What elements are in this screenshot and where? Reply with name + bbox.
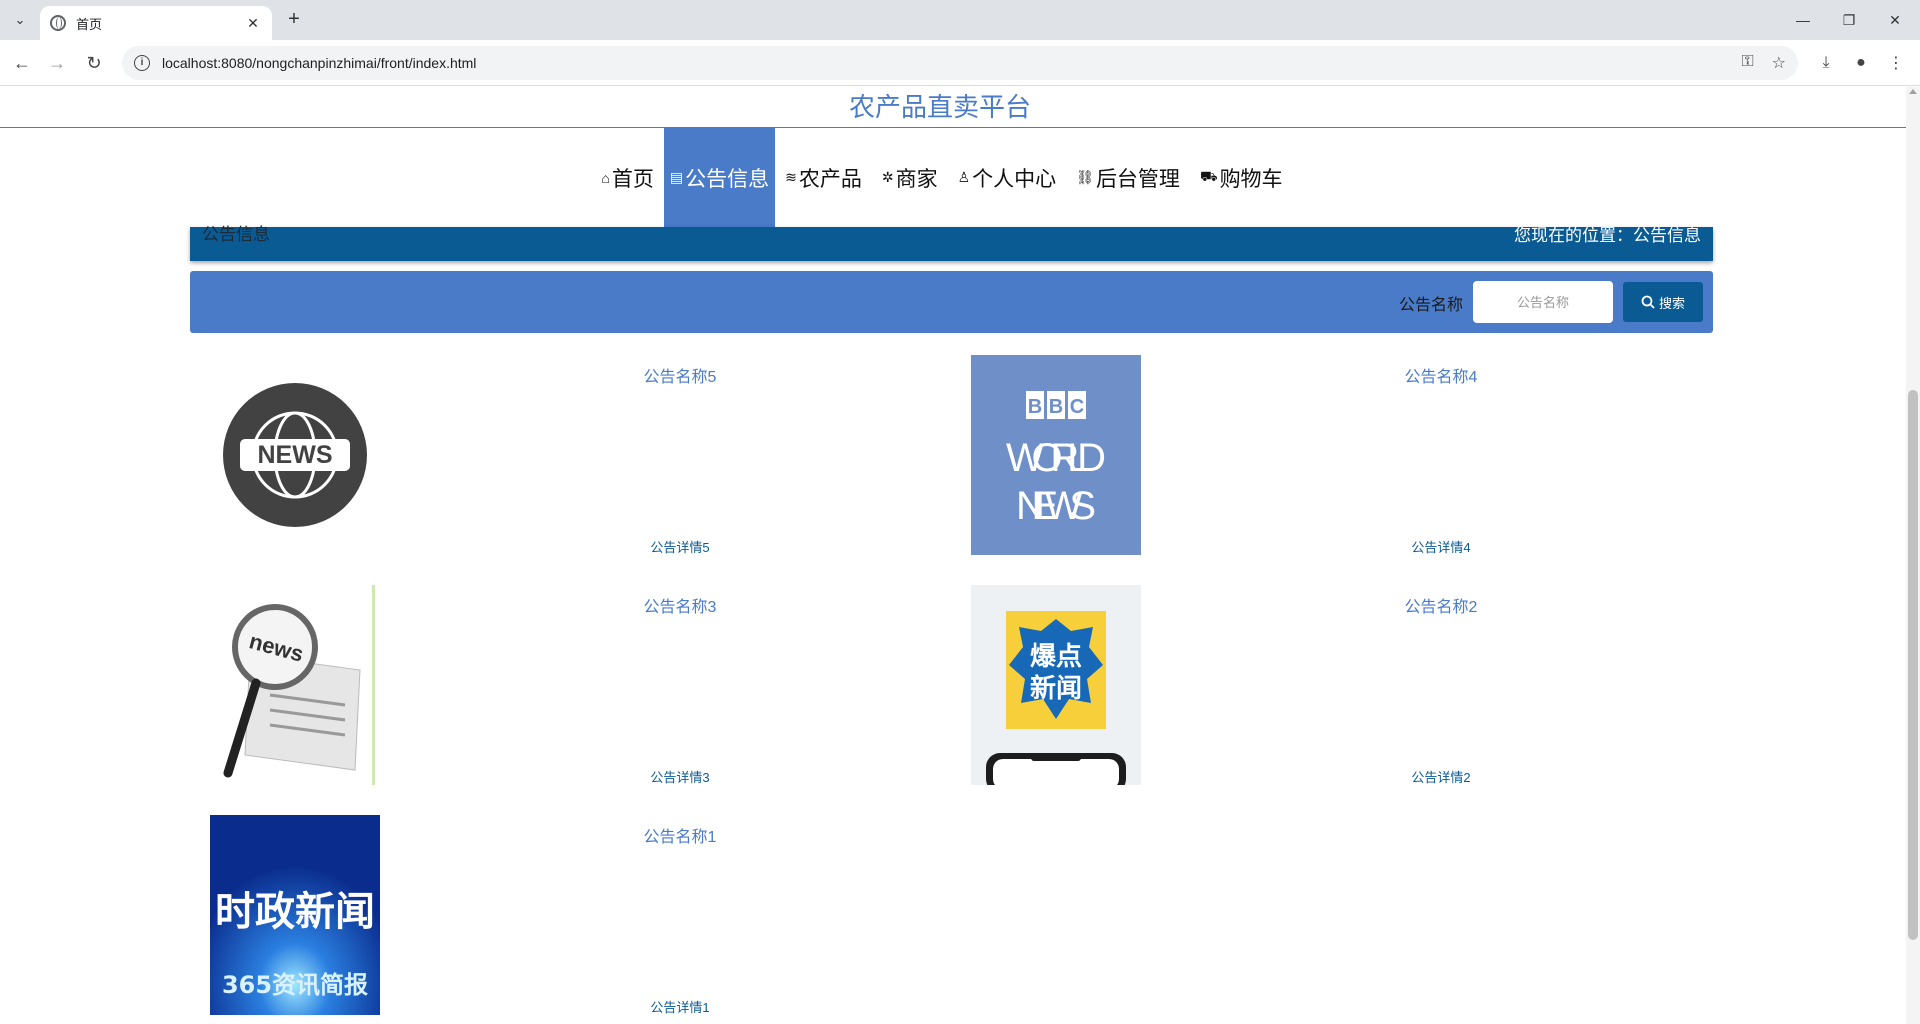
notice-icon: ▤ xyxy=(669,169,684,185)
thumb-caption-line1: 爆点 xyxy=(1030,641,1082,672)
new-tab-plus-icon[interactable]: + xyxy=(282,8,306,32)
scrollbar-thumb[interactable] xyxy=(1908,390,1918,940)
merchant-icon: ✲ xyxy=(881,169,894,185)
svg-text:B: B xyxy=(1049,396,1063,418)
home-icon: ⌂ xyxy=(601,169,610,186)
nav-item-label: 农产品 xyxy=(798,167,862,191)
news-detail-link[interactable]: 公告详情4 xyxy=(1241,537,1641,556)
news-title[interactable]: 公告名称5 xyxy=(480,363,880,387)
download-icon[interactable]: ⤓ xyxy=(1812,49,1840,77)
news-detail-link[interactable]: 公告详情2 xyxy=(1241,767,1641,786)
news-item: 爆点 新闻 公告名称2 公告详情2 xyxy=(971,585,1732,785)
news-title[interactable]: 公告名称2 xyxy=(1241,593,1641,617)
search-bar: 公告名称 搜索 xyxy=(190,271,1713,333)
breadcrumb-prefix: 您现在的位置： xyxy=(1514,226,1633,245)
news-thumbnail[interactable]: news xyxy=(210,585,380,785)
thumb-caption-line2: 365资讯简报 xyxy=(222,971,368,999)
search-button[interactable]: 搜索 xyxy=(1623,282,1703,322)
cart-icon: ⛟ xyxy=(1199,168,1218,184)
globe-icon xyxy=(50,15,66,31)
search-label: 公告名称 xyxy=(1399,297,1464,314)
url-text[interactable]: localhost:8080/nongchanpinzhimai/front/i… xyxy=(162,55,476,71)
thumb-caption: NEWS xyxy=(258,441,333,469)
address-bar[interactable]: i localhost:8080/nongchanpinzhimai/front… xyxy=(122,46,1798,80)
news-title[interactable]: 公告名称3 xyxy=(480,593,880,617)
password-key-icon[interactable]: ⚿ xyxy=(1741,53,1753,73)
reload-icon[interactable]: ↻ xyxy=(80,49,108,77)
search-icon xyxy=(1641,295,1655,309)
breadcrumb-bar: 公告信息 您现在的位置：公告信息 xyxy=(190,225,1713,261)
site-title: 农产品直卖平台 xyxy=(848,92,1031,122)
restore-icon[interactable]: ❐ xyxy=(1826,6,1872,34)
nav-item-admin[interactable]: ⛓ 后台管理 xyxy=(1066,128,1190,227)
user-icon: ♙ xyxy=(957,169,971,185)
news-item: news 公告名称3 公告详情3 xyxy=(210,585,971,785)
minimize-icon[interactable]: — xyxy=(1780,6,1826,34)
breadcrumb: 您现在的位置：公告信息 xyxy=(1514,221,1701,246)
nav-item-label: 首页 xyxy=(611,167,654,191)
page-scrollbar[interactable] xyxy=(1906,87,1920,1024)
tab-close-icon[interactable]: ✕ xyxy=(244,15,262,32)
profile-avatar-icon[interactable]: ● xyxy=(1847,49,1875,77)
news-thumbnail[interactable]: 时政新闻 365资讯简报 xyxy=(210,815,380,1015)
news-detail-link[interactable]: 公告详情1 xyxy=(480,997,880,1016)
nav-item-cart[interactable]: ⛟ 购物车 xyxy=(1190,128,1293,227)
section-title: 公告信息 xyxy=(202,225,270,244)
news-title[interactable]: 公告名称1 xyxy=(480,823,880,847)
browser-tab[interactable]: 首页 ✕ xyxy=(40,6,272,40)
tab-title: 首页 xyxy=(76,16,103,32)
nav-item-label: 商家 xyxy=(895,167,938,191)
nav-item-notices[interactable]: ▤ 公告信息 xyxy=(663,128,776,227)
news-thumbnail[interactable]: B B C WORLD NEWS xyxy=(971,355,1141,555)
search-input[interactable] xyxy=(1473,281,1613,323)
bookmark-star-icon[interactable]: ☆ xyxy=(1772,53,1786,73)
layers-icon: ≋ xyxy=(785,169,797,185)
forward-arrow-icon[interactable]: → xyxy=(43,49,71,77)
news-item: B B C WORLD NEWS 公告名称4 公告详情4 xyxy=(971,355,1732,555)
main-navigation: ⌂ 首页 ▤ 公告信息 ≋ 农产品 ✲ 商家 ♙ 个人中心 ⛓ 后台管理 ⛟ 购… xyxy=(0,128,1906,227)
news-item: NEWS 公告名称5 公告详情5 xyxy=(210,355,971,555)
tab-search-chevron-icon[interactable]: ⌄ xyxy=(8,8,32,32)
back-arrow-icon[interactable]: ← xyxy=(8,49,36,77)
search-button-label: 搜索 xyxy=(1658,295,1685,311)
news-thumbnail[interactable]: NEWS xyxy=(210,355,380,555)
browser-toolbar: ← → ↻ i localhost:8080/nongchanpinzhimai… xyxy=(0,40,1920,86)
news-item: 时政新闻 365资讯简报 公告名称1 公告详情1 xyxy=(210,815,971,1015)
nav-item-label: 后台管理 xyxy=(1095,167,1180,191)
nav-item-label: 公告信息 xyxy=(685,167,770,191)
nav-item-products[interactable]: ≋ 农产品 xyxy=(775,128,872,227)
scroll-up-arrow-icon[interactable] xyxy=(1909,89,1917,94)
news-detail-link[interactable]: 公告详情5 xyxy=(480,537,880,556)
thumb-caption-line2: 新闻 xyxy=(1030,673,1082,704)
svg-text:B: B xyxy=(1028,396,1042,418)
svg-text:WORLD: WORLD xyxy=(1006,436,1106,480)
close-window-icon[interactable]: ✕ xyxy=(1872,6,1918,34)
nav-item-label: 个人中心 xyxy=(972,167,1057,191)
nav-item-merchants[interactable]: ✲ 商家 xyxy=(872,128,948,227)
browser-tab-bar: ⌄ 首页 ✕ + — ❐ ✕ xyxy=(0,0,1920,40)
nav-item-profile[interactable]: ♙ 个人中心 xyxy=(948,128,1067,227)
news-thumbnail[interactable]: 爆点 新闻 xyxy=(971,585,1141,785)
svg-text:NEWS: NEWS xyxy=(1016,484,1096,528)
svg-text:C: C xyxy=(1070,396,1084,418)
thumb-caption-line1: 时政新闻 xyxy=(215,889,375,935)
menu-kebab-icon[interactable]: ⋮ xyxy=(1882,49,1910,77)
site-info-icon[interactable]: i xyxy=(134,55,150,71)
link-icon: ⛓ xyxy=(1076,169,1094,185)
breadcrumb-current[interactable]: 公告信息 xyxy=(1633,226,1701,245)
nav-item-label: 购物车 xyxy=(1219,167,1283,191)
news-title[interactable]: 公告名称4 xyxy=(1241,363,1641,387)
news-detail-link[interactable]: 公告详情3 xyxy=(480,767,880,786)
nav-item-home[interactable]: ⌂ 首页 xyxy=(591,128,663,227)
page-viewport: 农产品直卖平台 ⌂ 首页 ▤ 公告信息 ≋ 农产品 ✲ 商家 ♙ 个人中心 ⛓ … xyxy=(0,87,1906,1024)
